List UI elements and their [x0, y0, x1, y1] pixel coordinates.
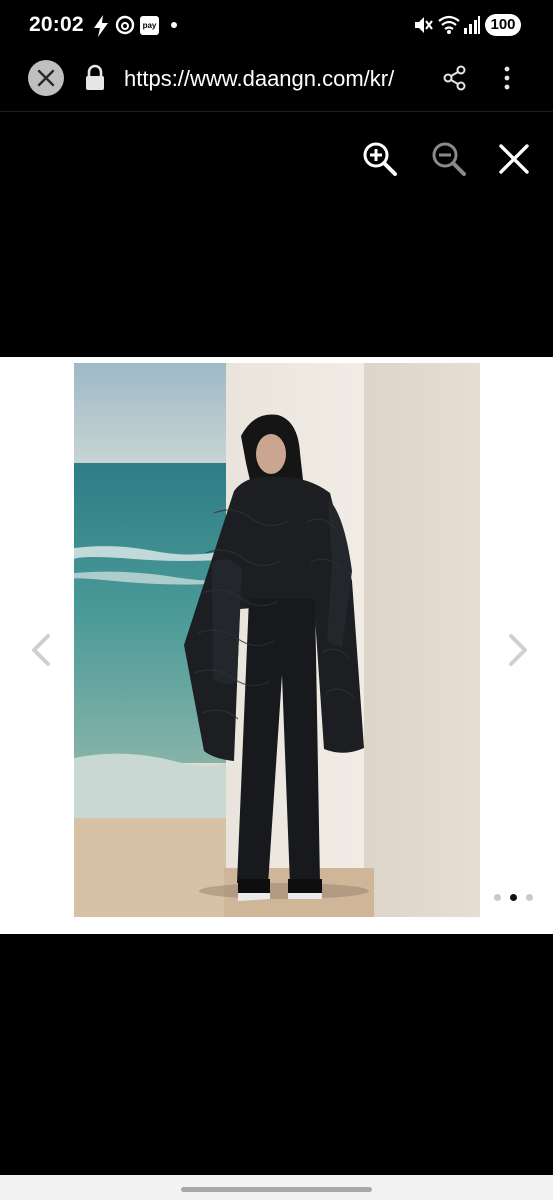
zoom-in-button[interactable] [361, 140, 399, 183]
status-time: 20:02 [29, 13, 84, 36]
page-dot[interactable] [526, 894, 533, 901]
close-tab-button[interactable] [28, 60, 64, 96]
threads-icon [115, 14, 135, 41]
signal-icon [463, 14, 481, 41]
mute-icon [413, 14, 433, 41]
notification-dot [171, 22, 177, 28]
status-bar: 20:02 pay 100 [0, 0, 553, 52]
home-indicator[interactable] [181, 1187, 372, 1192]
lock-icon [84, 64, 106, 97]
zoom-in-icon [363, 142, 397, 176]
more-options-button[interactable] [497, 64, 517, 97]
more-vert-icon [504, 66, 510, 90]
share-button[interactable] [441, 64, 469, 97]
gesture-bar [0, 1175, 553, 1200]
product-photo [74, 363, 480, 917]
image-viewer[interactable] [0, 357, 553, 934]
pay-icon: pay [140, 16, 159, 35]
previous-image-button[interactable] [28, 632, 54, 673]
browser-url-bar: https://www.daangn.com/kr/ [0, 52, 553, 112]
share-icon [443, 65, 466, 91]
zoom-out-icon [432, 142, 466, 176]
page-dot[interactable] [494, 894, 501, 901]
close-viewer-button[interactable] [497, 140, 531, 183]
bolt-icon [92, 14, 110, 43]
chevron-left-icon [32, 634, 50, 666]
close-icon [37, 69, 55, 87]
page-dot-active[interactable] [510, 894, 517, 901]
next-image-button[interactable] [505, 632, 531, 673]
chevron-right-icon [509, 634, 527, 666]
battery-icon: 100 [485, 14, 521, 36]
close-icon [499, 144, 529, 174]
wifi-icon [437, 14, 461, 41]
url-field[interactable]: https://www.daangn.com/kr/ [124, 66, 394, 92]
page-indicator [494, 888, 542, 906]
zoom-out-button[interactable] [430, 140, 468, 183]
